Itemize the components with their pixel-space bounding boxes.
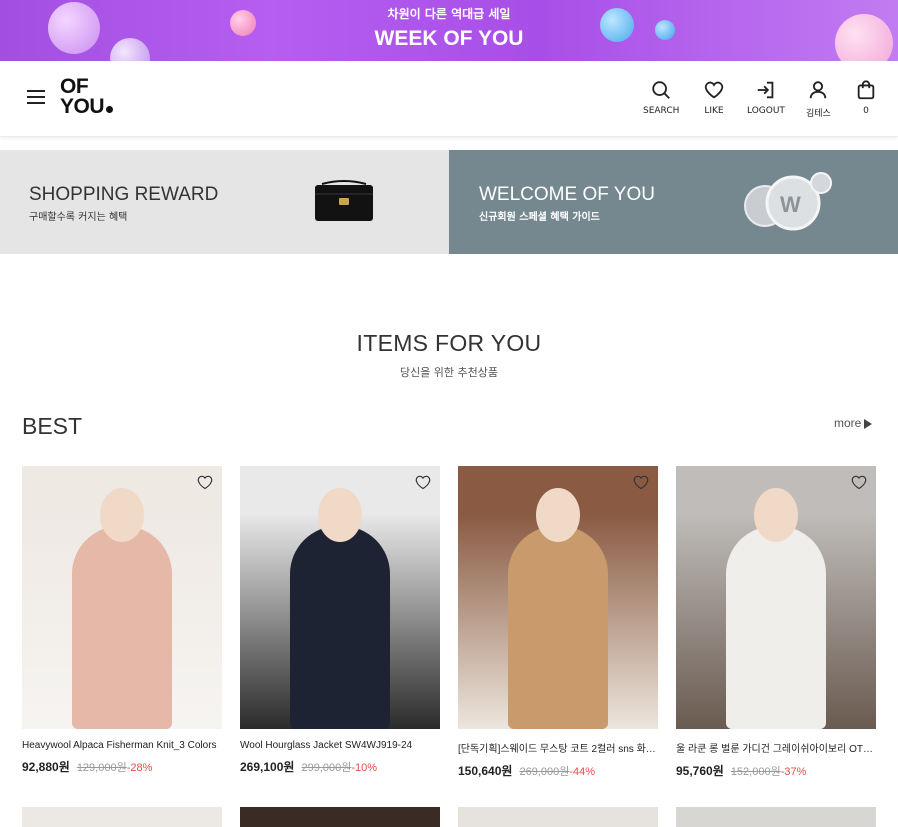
product-face [100,488,144,542]
product-price: 269,100원 299,000원-10% [240,758,440,775]
promo-title: WEEK OF YOU [374,27,524,50]
product-card-partial[interactable] [240,807,440,827]
triangle-right-icon [864,418,873,429]
shopping-reward-banner[interactable]: SHOPPING REWARD 구매할수록 커지는 혜택 [0,150,449,254]
items-section-title: ITEMS FOR YOU [356,330,542,356]
logout-label: LOGOUT [747,106,785,116]
cart-button[interactable]: 0 [855,79,877,116]
product-image[interactable] [458,466,658,729]
sale-price: 150,640원 [458,764,513,778]
product-name[interactable]: Wool Hourglass Jacket SW4WJ919-24 [240,740,440,751]
sale-price: 92,880원 [22,760,70,774]
product-price: 150,640원 269,000원-44% [458,762,658,779]
product-price: 95,760원 152,000원-37% [676,762,876,779]
welcome-banner[interactable]: WELCOME OF YOU 신규회원 스페셜 혜택 가이드 W [449,150,898,254]
best-section-title: BEST [22,413,83,439]
search-button[interactable]: SEARCH [643,79,679,116]
hamburger-menu-icon[interactable] [27,90,45,106]
product-figure [290,526,390,729]
heart-icon[interactable] [850,474,868,490]
welcome-subtitle: 신규회원 스페셜 혜택 가이드 [479,212,600,223]
shopping-reward-title: SHOPPING REWARD [29,184,219,205]
product-face [536,488,580,542]
heart-icon[interactable] [414,474,432,490]
product-image[interactable] [676,466,876,729]
original-price: 299,000원 [301,762,352,774]
account-button[interactable]: 김테스 [806,79,831,119]
sale-price: 269,100원 [240,760,295,774]
logo-line-2: YOU [60,95,105,118]
coins-image: W [744,172,832,231]
product-figure [508,526,608,729]
product-card[interactable]: 울 라쿤 롱 벌룬 가디건 그레이쉬아이보리 OTF-CD56 95,760원 … [676,466,876,779]
product-figure [72,526,172,729]
like-button[interactable]: LIKE [703,79,725,116]
cart-count: 0 [863,106,869,116]
original-price: 129,000원 [76,762,127,774]
product-image[interactable] [240,466,440,729]
more-label: more [834,416,862,430]
welcome-title: WELCOME OF YOU [479,184,655,205]
discount-rate: -10% [351,762,378,774]
heart-icon[interactable] [196,474,214,490]
discount-rate: -44% [569,766,596,778]
product-card-partial[interactable] [676,807,876,827]
heart-icon[interactable] [632,474,650,490]
logo-dot [106,106,114,113]
product-face [754,488,798,542]
items-section-subtitle: 당신을 위한 추천상품 [399,366,499,379]
shopping-reward-subtitle: 구매할수록 커지는 혜택 [29,212,128,223]
handbag-image [315,180,373,221]
sale-price: 95,760원 [676,764,724,778]
product-price: 92,880원 129,000원-28% [22,758,222,775]
product-image[interactable] [22,466,222,729]
search-icon [652,81,671,99]
product-card[interactable]: Heavywool Alpaca Fisherman Knit_3 Colors… [22,466,222,775]
product-name[interactable]: [단독기획]스웨이드 무스탕 코트 2컬러 sns 화제템 [458,740,658,755]
product-card-partial[interactable] [22,807,222,827]
discount-rate: -37% [780,766,807,778]
svg-text:W: W [780,192,801,217]
original-price: 152,000원 [730,766,781,778]
product-name[interactable]: 울 라쿤 롱 벌룬 가디건 그레이쉬아이보리 OTF-CD56 [676,740,876,755]
like-label: LIKE [704,106,724,116]
discount-rate: -28% [126,762,153,774]
site-logo[interactable]: OF YOU [60,76,114,118]
product-card[interactable]: [단독기획]스웨이드 무스탕 코트 2컬러 sns 화제템 150,640원 2… [458,466,658,779]
logout-icon [757,81,774,99]
promo-banner[interactable]: 차원이 다른 역대급 세일 WEEK OF YOU [0,0,898,61]
heart-icon [704,81,724,99]
site-header: OF YOU SEARCH LIKE LOGOUT 김테스 0 [0,61,898,137]
more-link[interactable]: more [834,416,873,430]
original-price: 269,000원 [519,766,570,778]
account-label: 김테스 [806,109,831,119]
product-figure [726,526,826,729]
bag-icon [857,80,875,100]
promo-subtitle: 차원이 다른 역대급 세일 [387,7,511,21]
product-face [318,488,362,542]
product-name[interactable]: Heavywool Alpaca Fisherman Knit_3 Colors [22,740,222,751]
product-card-partial[interactable] [458,807,658,827]
user-icon [810,81,827,99]
search-label: SEARCH [643,106,680,116]
product-card[interactable]: Wool Hourglass Jacket SW4WJ919-24 269,10… [240,466,440,775]
logout-button[interactable]: LOGOUT [747,79,785,116]
